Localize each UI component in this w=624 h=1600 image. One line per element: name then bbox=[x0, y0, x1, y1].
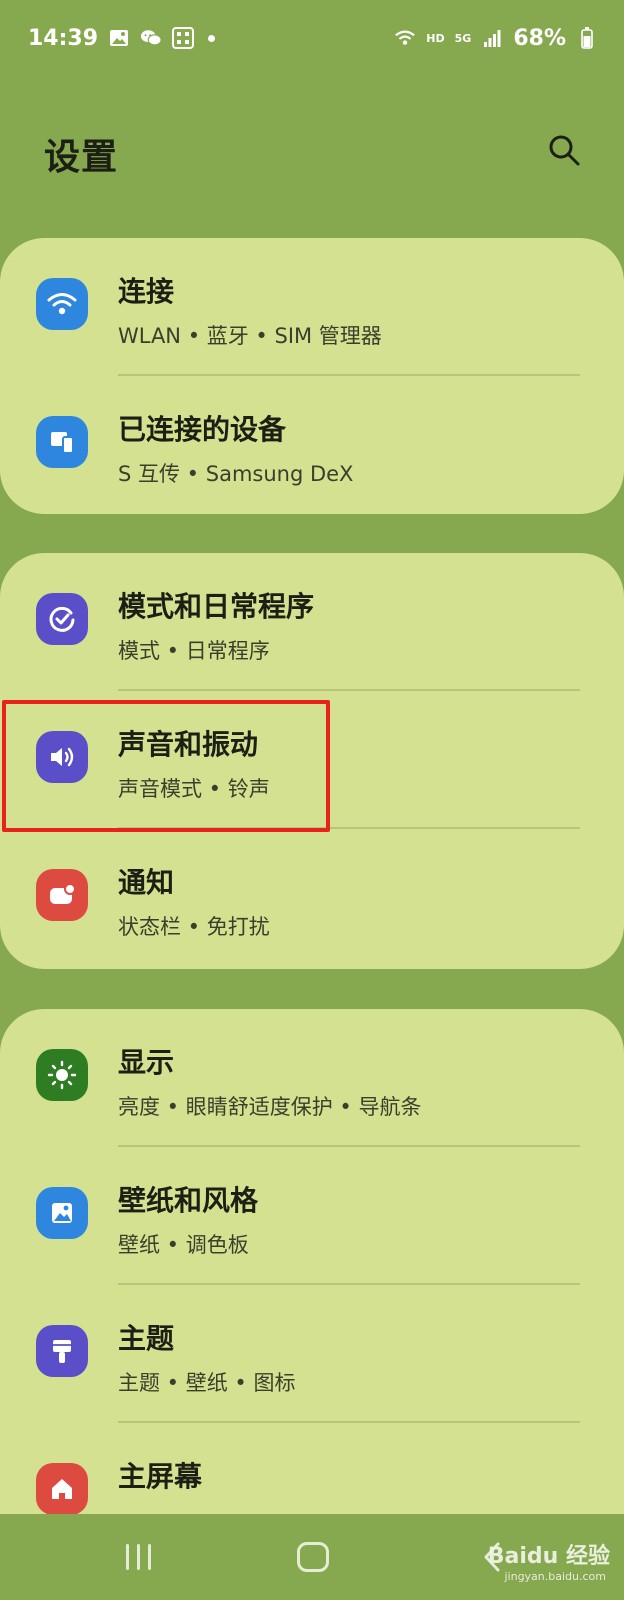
wifi-icon bbox=[36, 278, 88, 330]
item-subtitle: S 互传 • Samsung DeX bbox=[118, 462, 354, 486]
battery-percent: 68% bbox=[513, 25, 566, 51]
status-bar-right: HD 5G 68% bbox=[394, 26, 598, 51]
item-title: 主题 bbox=[118, 1322, 175, 1355]
settings-item-connected-devices[interactable]: 已连接的设备 S 互传 • Samsung DeX bbox=[0, 376, 624, 514]
item-title: 连接 bbox=[118, 275, 175, 308]
settings-item-sound-vibration[interactable]: 声音和振动 声音模式 • 铃声 bbox=[0, 691, 624, 829]
item-title: 通知 bbox=[118, 866, 175, 899]
item-subtitle: WLAN • 蓝牙 • SIM 管理器 bbox=[118, 324, 382, 348]
settings-item-wallpaper-style[interactable]: 壁纸和风格 壁纸 • 调色板 bbox=[0, 1147, 624, 1285]
item-title: 主屏幕 bbox=[118, 1460, 203, 1493]
settings-item-home-screen[interactable]: 主屏幕 bbox=[0, 1423, 624, 1514]
wifi-status-icon bbox=[394, 27, 416, 49]
page-title: 设置 bbox=[44, 137, 119, 178]
settings-item-modes-routines[interactable]: 模式和日常程序 模式 • 日常程序 bbox=[0, 553, 624, 691]
devices-icon bbox=[36, 416, 88, 468]
watermark-brand: Baidu 经验 bbox=[487, 1544, 610, 1569]
more-notifications-dot bbox=[208, 34, 216, 42]
notification-icon bbox=[36, 869, 88, 921]
speaker-icon bbox=[36, 731, 88, 783]
recents-bar bbox=[137, 1544, 140, 1570]
qr-code-notification-icon bbox=[172, 27, 195, 49]
theme-brush-icon bbox=[36, 1325, 88, 1377]
recents-button[interactable] bbox=[124, 1544, 154, 1572]
settings-item-connections[interactable]: 连接 WLAN • 蓝牙 • SIM 管理器 bbox=[0, 238, 624, 376]
signal-icon bbox=[481, 27, 503, 49]
header: 设置 bbox=[0, 100, 624, 200]
brightness-icon bbox=[36, 1049, 88, 1101]
home-button[interactable] bbox=[297, 1542, 329, 1572]
item-title: 已连接的设备 bbox=[118, 413, 287, 446]
item-title: 模式和日常程序 bbox=[118, 590, 315, 623]
settings-group-display: 显示 亮度 • 眼睛舒适度保护 • 导航条 壁纸和风格 壁纸 • 调色板 主题 … bbox=[0, 1009, 624, 1514]
settings-item-notifications[interactable]: 通知 状态栏 • 免打扰 bbox=[0, 829, 624, 967]
settings-group-connections: 连接 WLAN • 蓝牙 • SIM 管理器 已连接的设备 S 互传 • Sam… bbox=[0, 238, 624, 514]
item-subtitle: 声音模式 • 铃声 bbox=[118, 777, 270, 801]
gallery-notification-icon bbox=[108, 27, 130, 49]
status-bar: 14:39 HD 5G 68% bbox=[0, 0, 624, 76]
item-subtitle: 亮度 • 眼睛舒适度保护 • 导航条 bbox=[118, 1095, 422, 1119]
item-subtitle: 状态栏 • 免打扰 bbox=[118, 915, 270, 939]
search-icon bbox=[549, 135, 580, 166]
search-button[interactable] bbox=[536, 122, 592, 178]
battery-icon bbox=[576, 27, 598, 49]
item-title: 壁纸和风格 bbox=[118, 1184, 259, 1217]
status-bar-left: 14:39 bbox=[28, 25, 216, 51]
status-time: 14:39 bbox=[28, 25, 99, 51]
5g-indicator: 5G bbox=[454, 31, 472, 45]
settings-item-themes[interactable]: 主题 主题 • 壁纸 • 图标 bbox=[0, 1285, 624, 1423]
settings-group-sound: 模式和日常程序 模式 • 日常程序 声音和振动 声音模式 • 铃声 通知 状态栏… bbox=[0, 553, 624, 969]
item-title: 显示 bbox=[118, 1046, 175, 1079]
recents-bar bbox=[126, 1544, 129, 1570]
settings-item-display[interactable]: 显示 亮度 • 眼睛舒适度保护 • 导航条 bbox=[0, 1009, 624, 1147]
modes-check-icon bbox=[36, 593, 88, 645]
watermark-url: jingyan.baidu.com bbox=[504, 1570, 606, 1583]
home-icon bbox=[36, 1463, 88, 1514]
item-subtitle: 主题 • 壁纸 • 图标 bbox=[118, 1371, 296, 1395]
wallpaper-icon bbox=[36, 1187, 88, 1239]
recents-bar bbox=[148, 1544, 151, 1570]
wechat-notification-icon bbox=[140, 27, 162, 49]
item-subtitle: 模式 • 日常程序 bbox=[118, 639, 270, 663]
item-title: 声音和振动 bbox=[118, 728, 259, 761]
hd-indicator: HD bbox=[426, 31, 445, 45]
item-subtitle: 壁纸 • 调色板 bbox=[118, 1233, 249, 1257]
